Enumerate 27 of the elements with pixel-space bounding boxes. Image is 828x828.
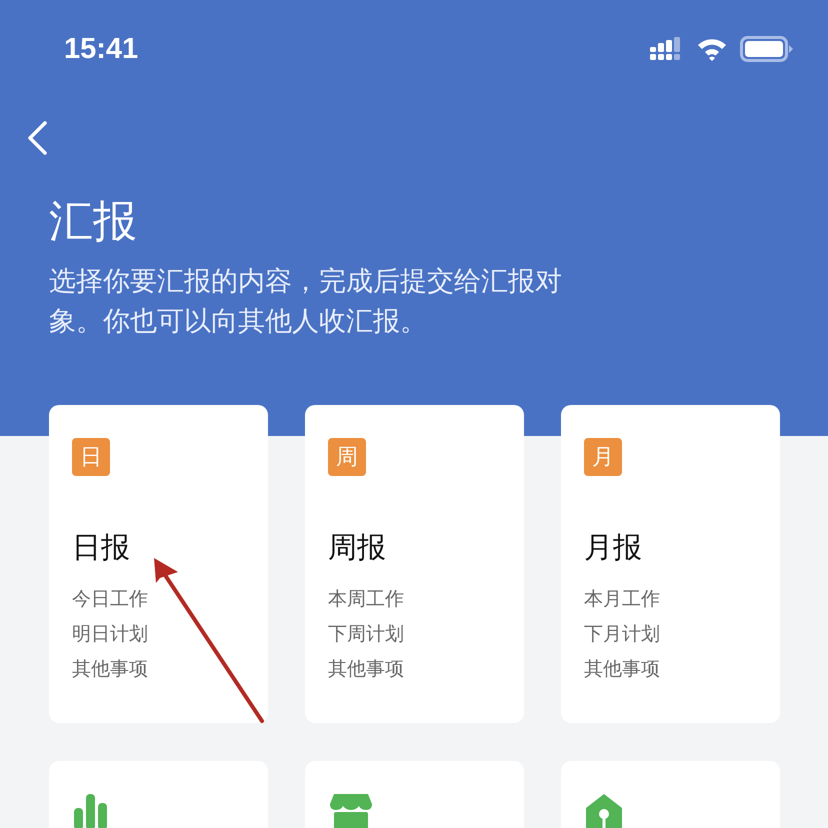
report-item: 本月工作	[584, 587, 660, 612]
report-badge: 日	[72, 438, 110, 476]
shop-icon	[330, 794, 372, 828]
report-card[interactable]: 日 日报 今日工作 明日计划 其他事项	[49, 405, 268, 723]
report-item: 其他事项	[72, 657, 148, 682]
report-item: 本周工作	[328, 587, 404, 612]
report-item: 明日计划	[72, 622, 148, 647]
report-title: 日报	[72, 529, 130, 566]
bar-chart-icon	[74, 794, 110, 828]
report-item: 下月计划	[584, 622, 660, 647]
report-item: 下周计划	[328, 622, 404, 647]
report-item: 其他事项	[584, 657, 660, 682]
report-card[interactable]: 月 月报 本月工作 下月计划 其他事项	[561, 405, 780, 723]
report-item: 其他事项	[328, 657, 404, 682]
report-title: 月报	[584, 529, 642, 566]
report-title: 周报	[328, 529, 386, 566]
page-description: 选择你要汇报的内容，完成后提交给汇报对象。你也可以向其他人收汇报。	[49, 265, 563, 339]
back-button[interactable]	[26, 120, 48, 156]
wifi-icon	[696, 37, 728, 61]
page-title: 汇报	[49, 200, 138, 244]
report-item: 今日工作	[72, 587, 148, 612]
report-badge: 月	[584, 438, 622, 476]
battery-icon	[740, 36, 794, 62]
house-pin-icon	[586, 794, 622, 828]
report-badge: 周	[328, 438, 366, 476]
status-time: 15:41	[64, 32, 138, 66]
report-card[interactable]: 周 周报 本周工作 下周计划 其他事项	[305, 405, 524, 723]
